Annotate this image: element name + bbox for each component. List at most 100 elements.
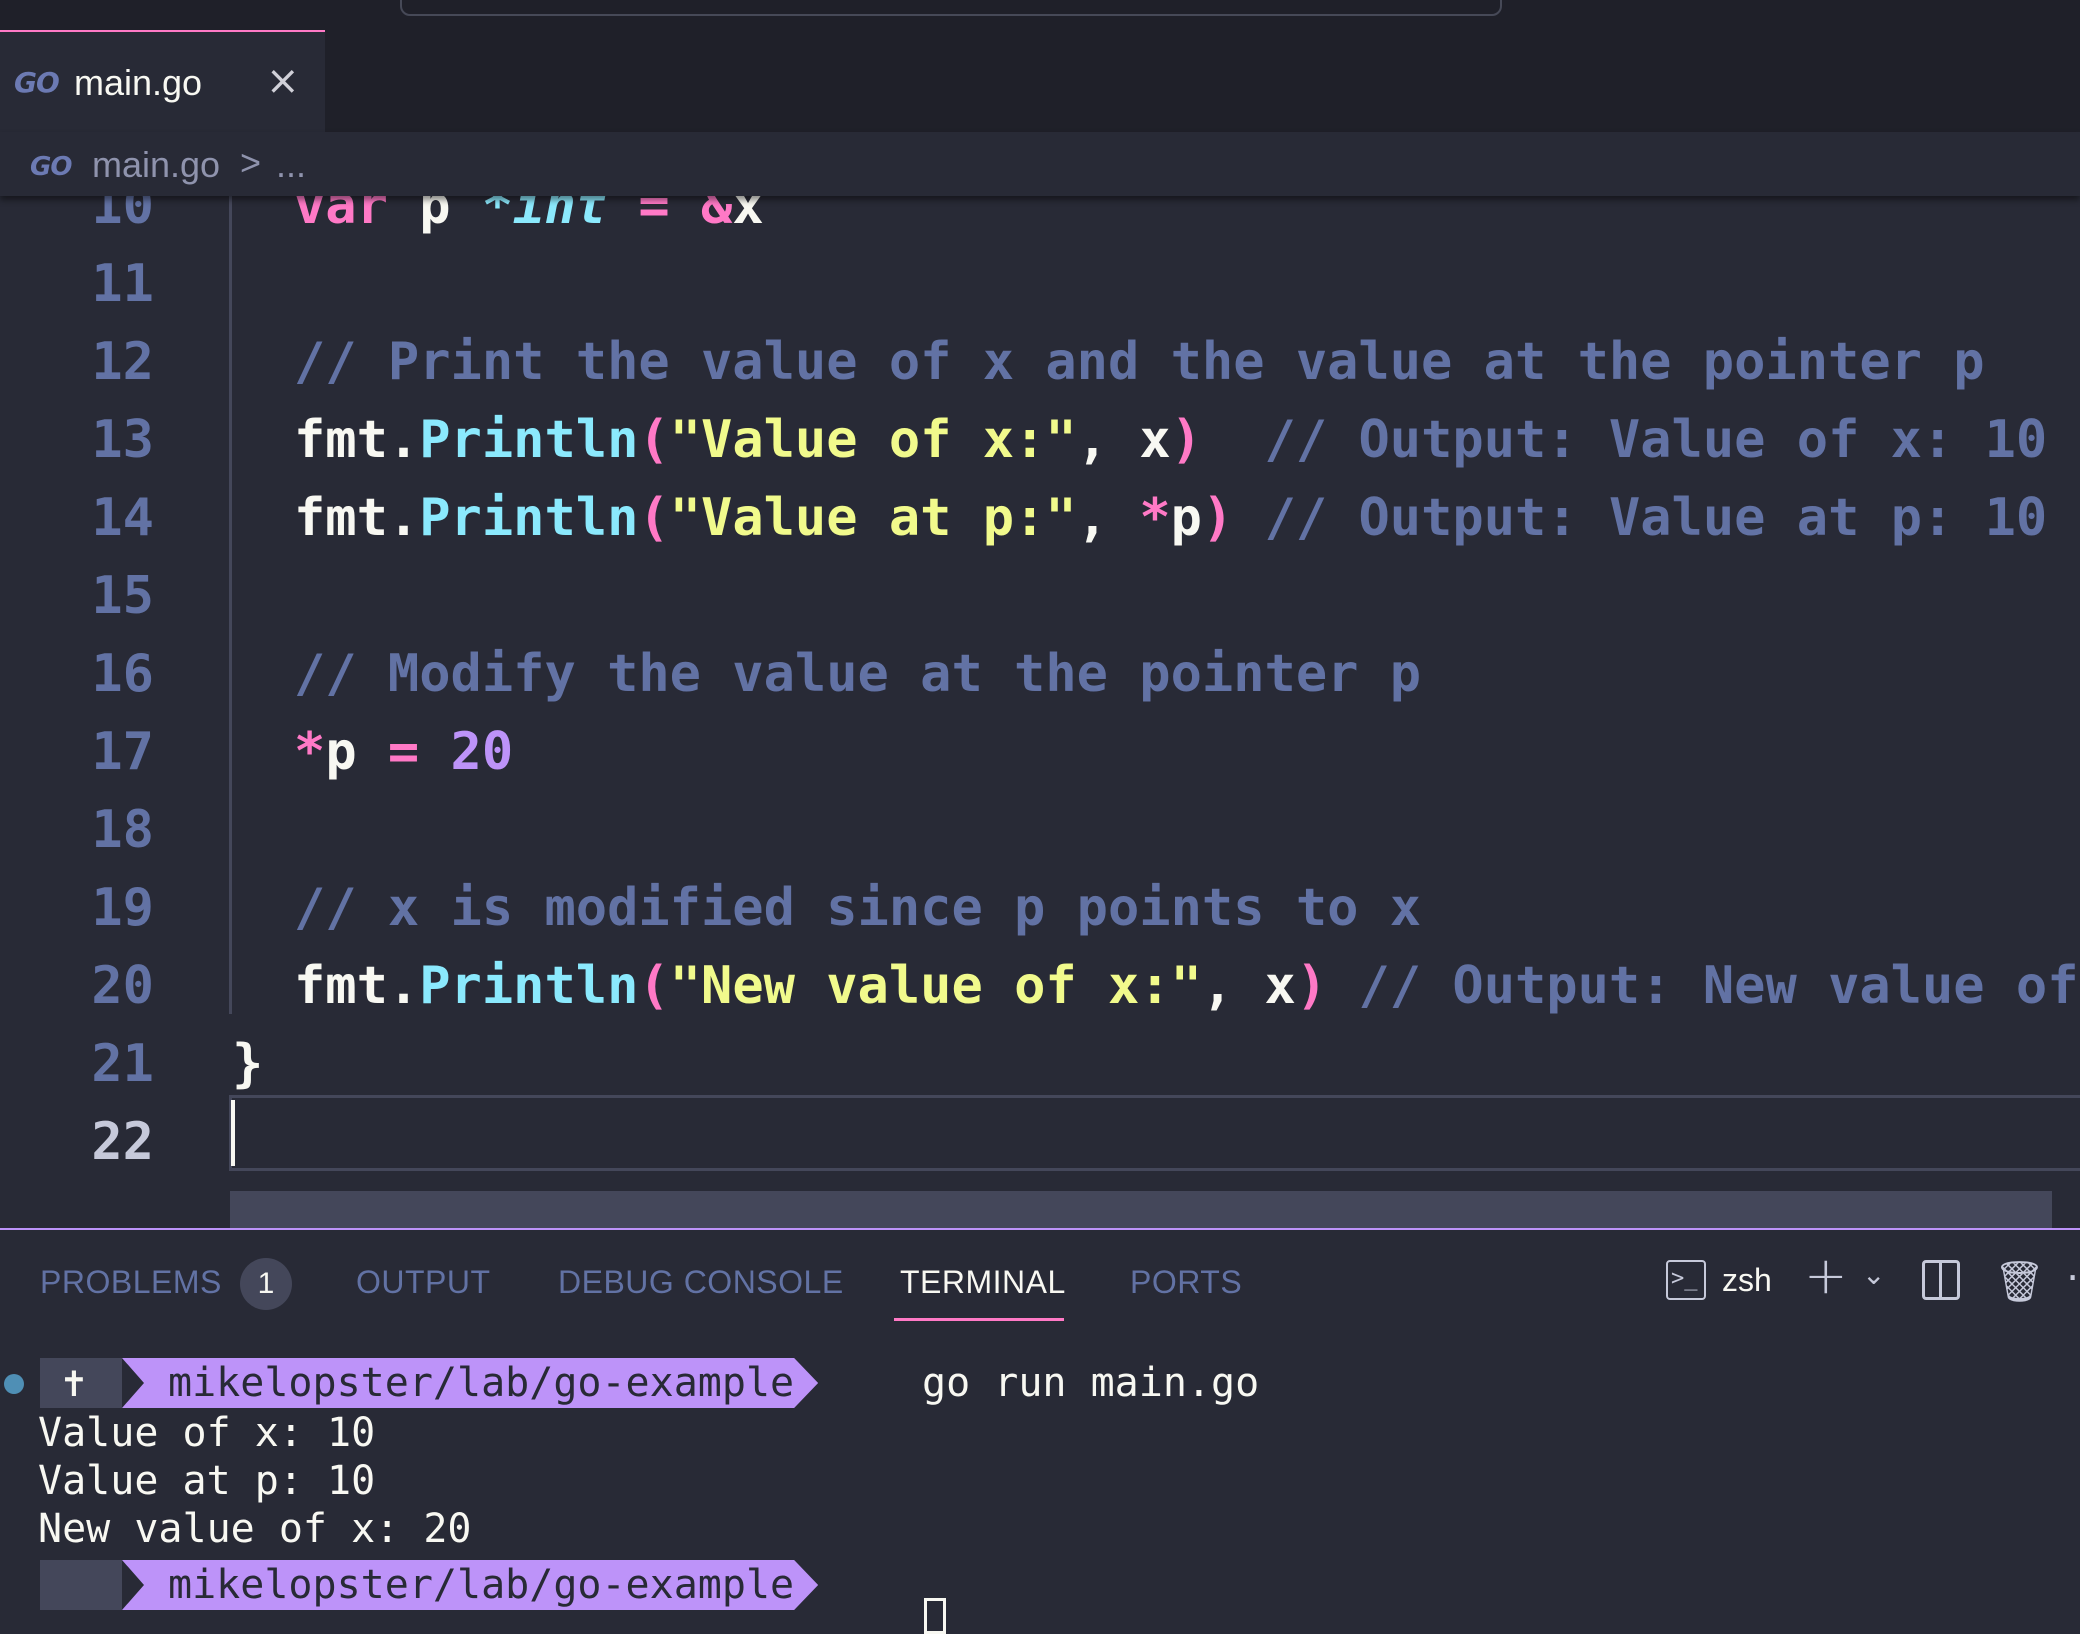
terminal-output-line: Value at p: 10: [38, 1458, 376, 1504]
code-token: // Output: New value of x: 20: [1358, 956, 2079, 1016]
split-terminal-icon[interactable]: [1922, 1260, 1960, 1300]
code-line: fmt.Println("Value of x:", x) // Output:…: [294, 410, 2047, 470]
line-number: 22: [91, 1112, 154, 1172]
code-line: // x is modified since p points to x: [294, 878, 1421, 938]
line-number: 13: [91, 410, 154, 470]
new-terminal-icon[interactable]: +: [1804, 1246, 1848, 1306]
code-token: var: [294, 196, 388, 236]
chevron-right-icon: >: [240, 142, 262, 183]
line-number: 11: [91, 254, 154, 314]
line-number: 17: [91, 722, 154, 782]
code-line: *p = 20: [294, 722, 513, 782]
code-line: var p *int = &x: [294, 196, 764, 236]
tab-problems[interactable]: PROBLEMS: [40, 1264, 222, 1301]
code-token: p: [1170, 488, 1202, 548]
line-number: 21: [91, 1034, 154, 1094]
breadcrumb-file[interactable]: main.go: [92, 144, 220, 186]
code-token: Println: [419, 956, 639, 1016]
active-tab-indicator: [894, 1318, 1064, 1321]
code-token: "Value at p:": [669, 488, 1077, 548]
chevron-down-icon[interactable]: ⌄: [1862, 1258, 1885, 1291]
problems-count-badge: 1: [240, 1258, 292, 1310]
tab-debug-console[interactable]: DEBUG CONSOLE: [558, 1264, 844, 1301]
code-token: "New value of x:": [669, 956, 1202, 1016]
terminal-prompt: ✝ mikelopster/lab/go-example go run main…: [0, 1358, 2080, 1408]
code-token: }: [232, 1034, 264, 1094]
line-number: 15: [91, 566, 154, 626]
code-token: "Value of x:": [669, 410, 1077, 470]
code-token: ): [1295, 956, 1328, 1016]
prompt-directory-segment: mikelopster/lab/go-example: [122, 1358, 818, 1408]
code-line: // Print the value of x and the value at…: [294, 332, 1985, 392]
terminal-cursor: [924, 1598, 946, 1634]
line-number: 19: [91, 878, 154, 938]
tab-ports[interactable]: PORTS: [1130, 1264, 1242, 1301]
code-token: , x: [1201, 956, 1296, 1016]
code-token: // Output: Value at p: 10: [1233, 488, 2048, 548]
code-token: , x: [1076, 410, 1171, 470]
code-token: // x is modified since p points to x: [294, 878, 1422, 938]
code-token: fmt: [294, 956, 388, 1016]
terminal-command: go run main.go: [922, 1360, 1260, 1406]
code-token: p: [387, 196, 482, 236]
code-token: (: [638, 410, 670, 470]
prompt-status-segment: ✝: [40, 1358, 122, 1408]
command-decoration-dot[interactable]: [4, 1374, 24, 1394]
line-number: 12: [91, 332, 154, 392]
code-token: // Modify the value at the pointer p: [294, 644, 1422, 704]
code-token: *: [1139, 488, 1171, 548]
code-token: &: [701, 196, 733, 236]
code-token: // Output: Value of x: 10: [1201, 410, 2048, 470]
tab-terminal[interactable]: TERMINAL: [900, 1264, 1066, 1301]
code-token: .: [387, 956, 420, 1016]
code-line: fmt.Println("Value at p:", *p) // Output…: [294, 488, 2047, 548]
tab-main-go[interactable]: GO main.go ×: [0, 30, 325, 132]
code-token: (: [638, 956, 670, 1016]
horizontal-scrollbar[interactable]: [230, 1191, 2052, 1228]
code-token: ): [1201, 488, 1234, 548]
code-token: .: [387, 488, 420, 548]
title-bar: [0, 0, 2080, 30]
breadcrumb-more[interactable]: ...: [276, 144, 306, 186]
code-token: =: [356, 722, 451, 782]
code-line: fmt.Println("New value of x:", x) // Out…: [294, 956, 2080, 1016]
line-number: 20: [91, 956, 154, 1016]
code-token: (: [638, 488, 670, 548]
code-token: // Print the value of x and the value at…: [294, 332, 1985, 392]
code-token: 20: [450, 722, 514, 782]
tab-output[interactable]: OUTPUT: [356, 1264, 491, 1301]
go-file-icon: GO: [14, 66, 60, 99]
prompt-status-segment: [40, 1560, 122, 1610]
code-token: p: [325, 722, 357, 782]
prompt-directory-segment: mikelopster/lab/go-example: [122, 1560, 818, 1610]
terminal-view[interactable]: ✝ mikelopster/lab/go-example go run main…: [0, 1358, 2080, 1634]
code-token: x: [732, 196, 764, 236]
code-token: fmt: [294, 410, 388, 470]
line-number: 10: [91, 196, 154, 236]
terminal-output-line: New value of x: 20: [38, 1506, 472, 1552]
code-token: .: [387, 410, 420, 470]
line-number: 18: [91, 800, 154, 860]
code-line: }: [232, 1034, 263, 1094]
indent-guide: [229, 196, 232, 1014]
line-number: 14: [91, 488, 154, 548]
code-token: Println: [419, 488, 639, 548]
more-actions-icon[interactable]: ⋯: [2066, 1254, 2080, 1300]
trash-icon[interactable]: 🗑: [1994, 1258, 2045, 1305]
terminal-icon[interactable]: >_: [1666, 1260, 1706, 1300]
terminal-shell-name[interactable]: zsh: [1722, 1262, 1772, 1299]
breadcrumb: GO main.go > ...: [0, 132, 2080, 196]
command-center[interactable]: [400, 0, 1502, 16]
code-token: fmt: [294, 488, 388, 548]
code-token: *int: [481, 196, 608, 236]
bottom-panel: PROBLEMS 1 OUTPUT DEBUG CONSOLE TERMINAL…: [0, 1228, 2080, 1634]
code-editor[interactable]: 10 11 12 13 14 15 16 17 18 19 20 21 22 var p *int = …: [0, 196, 2080, 1228]
terminal-prompt: mikelopster/lab/go-example: [0, 1560, 2080, 1610]
terminal-output-line: Value of x: 10: [38, 1410, 376, 1456]
code-token: =: [607, 196, 701, 236]
code-line: // Modify the value at the pointer p: [294, 644, 1421, 704]
go-file-icon: GO: [30, 152, 72, 182]
close-icon[interactable]: ×: [266, 58, 300, 104]
code-token: *: [294, 722, 326, 782]
code-token: ,: [1076, 488, 1140, 548]
